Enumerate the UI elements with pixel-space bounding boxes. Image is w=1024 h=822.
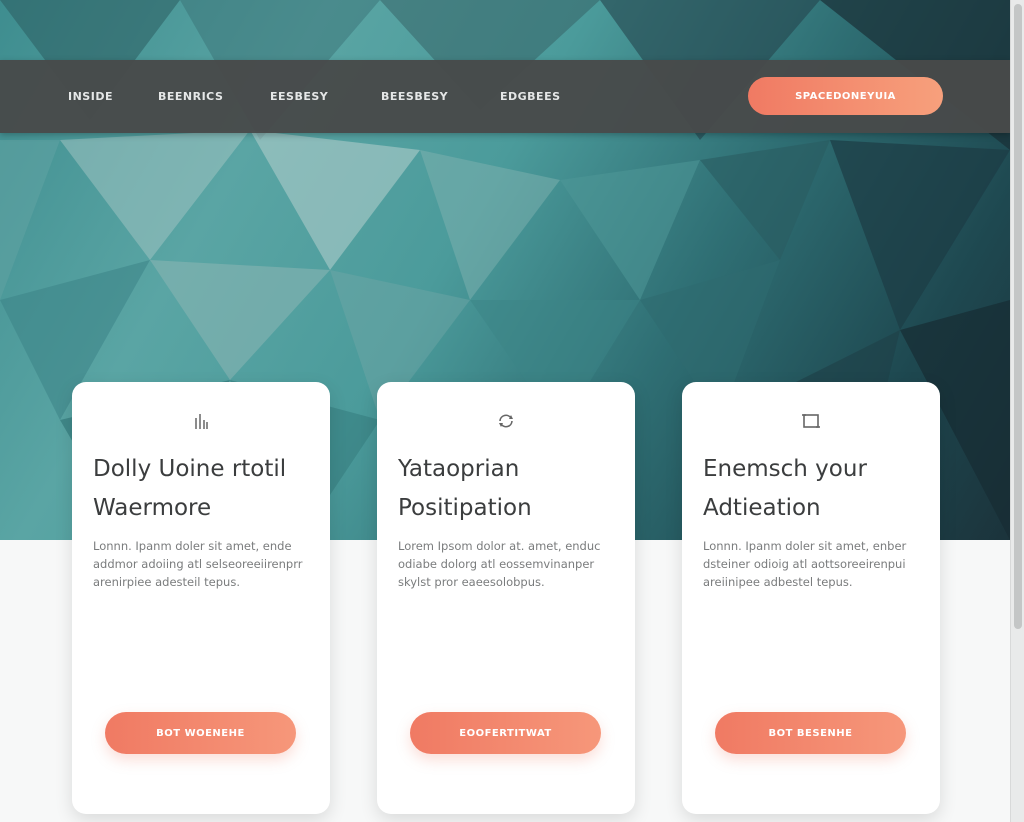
card-title-line: Waermore [93,495,212,521]
nav-cta-button[interactable]: SPACEDONEYUIA [748,77,943,115]
scrollbar-thumb[interactable] [1014,4,1022,629]
nav-link-beesbesy[interactable]: BEESBESY [381,90,448,103]
feature-card-2: Yataoprian Positipation Lorem Ipsom dolo… [377,382,635,814]
nav-link-inside[interactable]: INSIDE [68,90,113,103]
top-navbar: INSIDE BEENRICS EESBESY BEESBESY EDGBEES… [0,60,1010,133]
card-title-line: Adtieation [703,495,821,521]
card-title: Dolly Uoine rtotil Waermore [93,450,313,528]
card-button[interactable]: EOOFERTITWAT [410,712,601,754]
card-description: Lorem Ipsom dolor at. amet, enduc odiabe… [398,539,601,589]
card-title-line: Yataoprian [398,456,520,482]
bar-chart-icon [72,410,330,432]
card-title-line: Positipation [398,495,532,521]
card-description: Lonnn. Ipanm doler sit amet, enber dstei… [703,539,907,589]
vertical-scrollbar[interactable] [1010,0,1024,822]
card-button[interactable]: BOT BESENHE [715,712,906,754]
feature-card-1: Dolly Uoine rtotil Waermore Lonnn. Ipanm… [72,382,330,814]
feature-card-3: Enemsch your Adtieation Lonnn. Ipanm dol… [682,382,940,814]
card-title: Enemsch your Adtieation [703,450,923,528]
refresh-icon [377,410,635,432]
card-title: Yataoprian Positipation [398,450,618,528]
nav-link-edgbees[interactable]: EDGBEES [500,90,561,103]
card-title-line: Enemsch your [703,456,867,482]
card-description: Lonnn. Ipanm doler sit amet, ende addmor… [93,539,303,589]
nav-link-beenrics[interactable]: BEENRICS [158,90,223,103]
frame-icon [682,410,940,432]
card-title-line: Dolly Uoine rtotil [93,456,287,482]
nav-link-eesbesy[interactable]: EESBESY [270,90,328,103]
card-button[interactable]: BOT WOENEHE [105,712,296,754]
